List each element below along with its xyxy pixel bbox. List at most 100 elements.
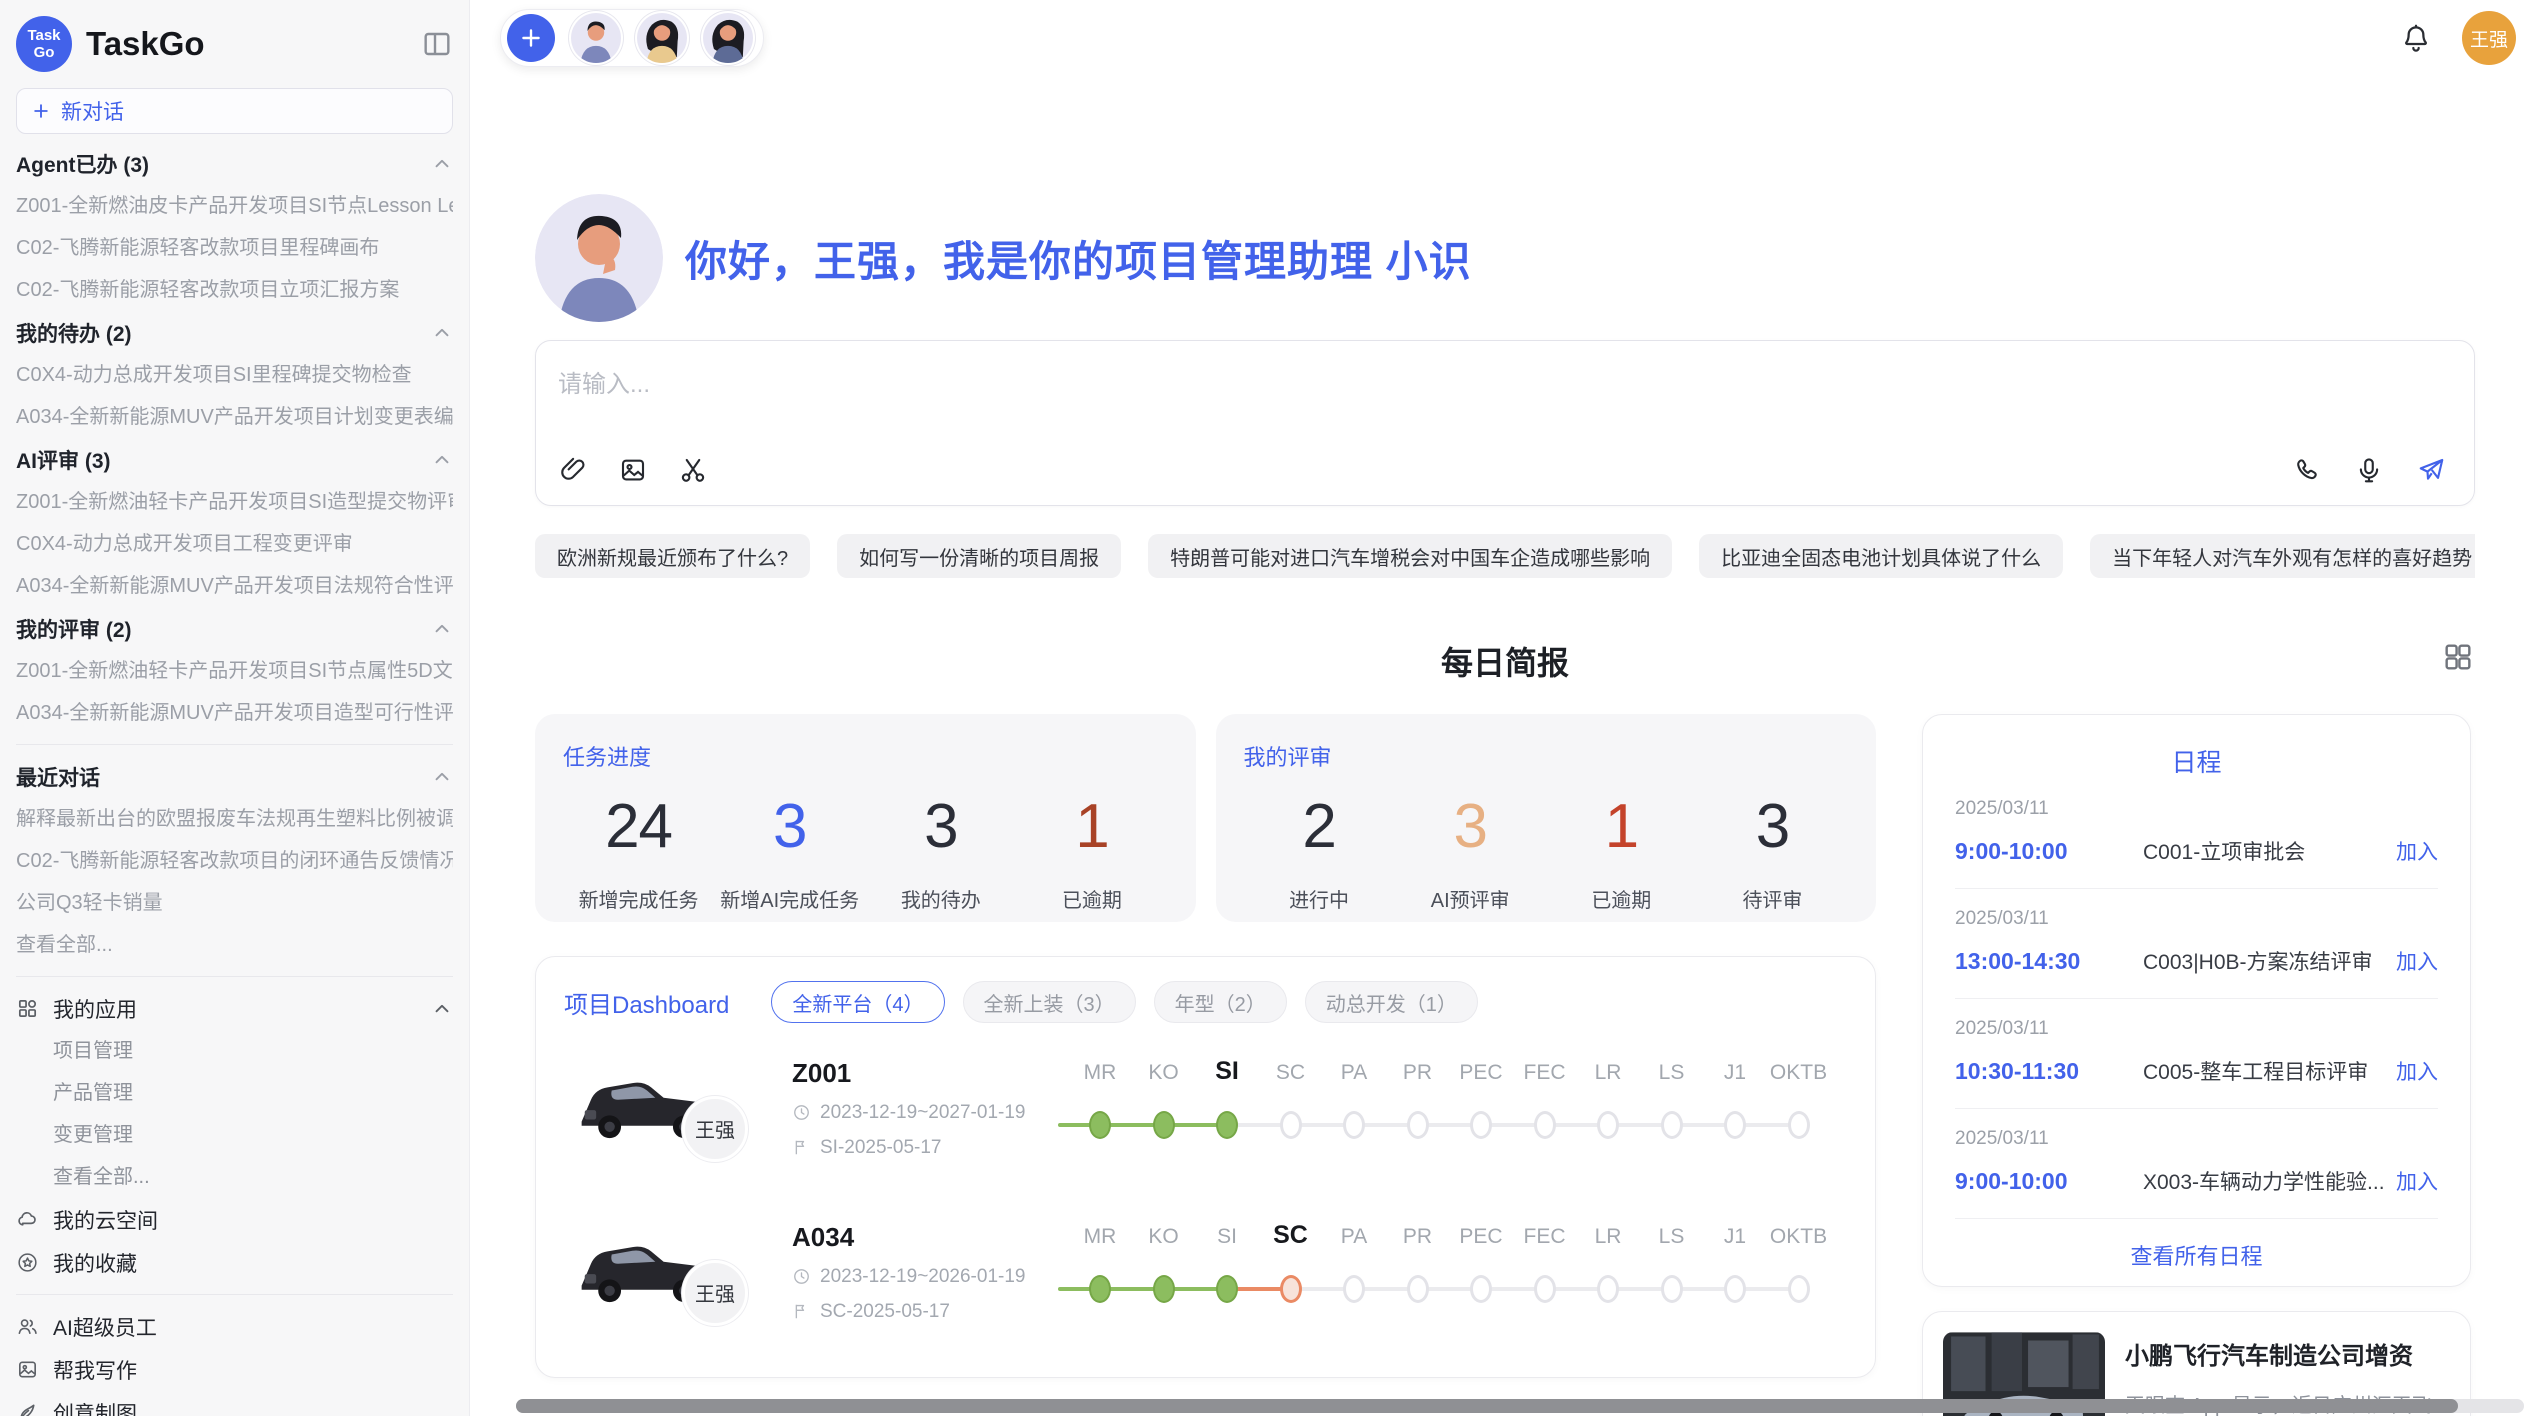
sidebar-task-item[interactable]: Z001-全新燃油轻卡产品开发项目SI造型提交物评审 xyxy=(16,481,453,523)
project-media: 王强 xyxy=(564,1056,792,1161)
schedule-date: 2025/03/11 xyxy=(1955,798,2438,820)
sidebar-section-header[interactable]: AI评审 (3) xyxy=(16,438,453,481)
sidebar-task-item[interactable]: C02-飞腾新能源轻客改款项目里程碑画布 xyxy=(16,227,453,269)
suggestion-chip[interactable]: 欧洲新规最近颁布了什么? xyxy=(535,534,810,578)
main-area: 王强 你好，王强，我是你的项目管理助理 小识 欧洲新规最近颁布了什么?如何写一份… xyxy=(470,0,2532,1416)
app-sub-item[interactable]: 产品管理 xyxy=(16,1072,453,1114)
project-flag: SC-2025-05-17 xyxy=(792,1301,1058,1323)
recent-chat-item[interactable]: 解释最新出台的欧盟报废车法规再生塑料比例被调至15%... xyxy=(16,798,453,840)
milestone-label: J1 xyxy=(1724,1061,1746,1085)
sidebar-tool-item[interactable]: AI超级员工 xyxy=(16,1305,453,1348)
stat-value: 3 xyxy=(714,794,865,860)
dashboard-filter-tab[interactable]: 全新平台（4） xyxy=(771,981,944,1023)
app-sub-item[interactable]: 变更管理 xyxy=(16,1114,453,1156)
suggestion-chip[interactable]: 特朗普可能对进口汽车增税会对中国车企造成哪些影响 xyxy=(1148,534,1672,578)
schedule-title-text: X003-车辆动力学性能验... xyxy=(2143,1166,2396,1196)
schedule-join-link[interactable]: 加入 xyxy=(2396,1166,2438,1196)
recent-chats-header[interactable]: 最近对话 xyxy=(16,755,453,798)
milestone-dot xyxy=(1470,1111,1492,1139)
sidebar-section-header[interactable]: 我的评审 (2) xyxy=(16,607,453,650)
sidebar-task-item[interactable]: A034-全新新能源MUV产品开发项目计划变更表编写 xyxy=(16,396,453,438)
milestone-dot xyxy=(1724,1111,1746,1139)
suggestion-chip[interactable]: 比亚迪全固态电池计划具体说了什么 xyxy=(1699,534,2063,578)
schedule-join-link[interactable]: 加入 xyxy=(2396,836,2438,866)
image-icon[interactable] xyxy=(618,455,648,485)
sidebar-storage-item[interactable]: 我的云空间 xyxy=(16,1198,453,1241)
milestone-dot xyxy=(1343,1111,1365,1139)
logo-text-bottom: Go xyxy=(34,44,55,61)
flag-icon xyxy=(792,1302,811,1321)
schedule-view-all-link[interactable]: 查看所有日程 xyxy=(1955,1239,2438,1271)
dashboard-filter-tabs: 全新平台（4） 全新上装（3） 年型（2） 动总开发（1） xyxy=(771,981,1478,1023)
right-column: 日程 2025/03/119:00-10:00C001-立项审批会加入2025/… xyxy=(1922,714,2471,1416)
user-avatar[interactable]: 王强 xyxy=(2462,11,2516,65)
schedule-join-link[interactable]: 加入 xyxy=(2396,1056,2438,1086)
project-name: A034 xyxy=(792,1222,1058,1253)
project-name: Z001 xyxy=(792,1058,1058,1089)
send-icon[interactable] xyxy=(2416,455,2446,485)
schedule-join-link[interactable]: 加入 xyxy=(2396,946,2438,976)
schedule-card: 日程 2025/03/119:00-10:00C001-立项审批会加入2025/… xyxy=(1922,714,2471,1287)
microphone-icon[interactable] xyxy=(2354,455,2384,485)
milestone-dot xyxy=(1216,1275,1238,1303)
stat-label: 已逾期 xyxy=(1546,884,1697,913)
stat-value: 1 xyxy=(1546,794,1697,860)
my-apps-header[interactable]: 我的应用 xyxy=(16,987,453,1030)
sidebar-section-title: AI评审 (3) xyxy=(16,445,111,475)
project-row[interactable]: 王强A0342023-12-19~2026-01-19SC-2025-05-17… xyxy=(564,1193,1847,1351)
sidebar-tool-item[interactable]: 创意制图 xyxy=(16,1391,453,1416)
milestone-dot xyxy=(1280,1275,1302,1303)
app-sub-item[interactable]: 项目管理 xyxy=(16,1030,453,1072)
milestone-dot xyxy=(1216,1111,1238,1139)
dashboard-filter-tab[interactable]: 年型（2） xyxy=(1154,981,1287,1023)
milestone-dot xyxy=(1407,1275,1429,1303)
bell-icon[interactable] xyxy=(2400,22,2432,54)
new-chat-label: 新对话 xyxy=(61,96,124,126)
agent-avatar-1[interactable] xyxy=(571,13,621,63)
sidebar-storage-item[interactable]: 我的收藏 xyxy=(16,1241,453,1284)
people-icon xyxy=(16,1315,39,1338)
project-row[interactable]: 王强Z0012023-12-19~2027-01-19SI-2025-05-17… xyxy=(564,1029,1847,1187)
recent-chat-item[interactable]: 公司Q3轻卡销量 xyxy=(16,882,453,924)
sidebar-task-item[interactable]: Z001-全新燃油皮卡产品开发项目SI节点Lesson Learn报告 xyxy=(16,185,453,227)
milestone-label: J1 xyxy=(1724,1225,1746,1249)
dashboard-filter-tab[interactable]: 动总开发（1） xyxy=(1305,981,1478,1023)
scissors-icon[interactable] xyxy=(678,455,708,485)
suggestion-chip[interactable]: 如何写一份清晰的项目周报 xyxy=(837,534,1121,578)
briefing-cards: 任务进度24新增完成任务3新增AI完成任务3我的待办1已逾期我的评审2进行中3A… xyxy=(535,714,1876,922)
add-agent-button[interactable] xyxy=(507,14,555,62)
stat-value: 2 xyxy=(1244,794,1395,860)
recent-chats-view-all[interactable]: 查看全部... xyxy=(16,924,453,966)
agent-avatar-3[interactable] xyxy=(703,13,753,63)
milestone-label: SI xyxy=(1217,1225,1237,1249)
sidebar-task-item[interactable]: C0X4-动力总成开发项目工程变更评审 xyxy=(16,523,453,565)
recent-chat-item[interactable]: C02-飞腾新能源轻客改款项目的闭环通告反馈情况 xyxy=(16,840,453,882)
app-sub-item[interactable]: 查看全部... xyxy=(16,1156,453,1198)
dashboard-header: 项目Dashboard 全新平台（4）全新上装（3）年型（2）动总开发（1） xyxy=(564,981,1847,1023)
grid-layout-icon[interactable] xyxy=(2441,640,2475,674)
message-input[interactable] xyxy=(558,371,1721,399)
sidebar-tool-item[interactable]: 帮我写作 xyxy=(16,1348,453,1391)
image-icon xyxy=(16,1358,39,1381)
suggestion-chip[interactable]: 当下年轻人对汽车外观有怎样的喜好趋势 xyxy=(2090,534,2475,578)
horizontal-scrollbar-thumb[interactable] xyxy=(516,1399,2458,1413)
dashboard-filter-tab[interactable]: 全新上装（3） xyxy=(963,981,1136,1023)
sidebar-section-header[interactable]: Agent已办 (3) xyxy=(16,142,453,185)
sidebar-task-item[interactable]: Z001-全新燃油轻卡产品开发项目SI节点属性5D文件评审 xyxy=(16,650,453,692)
milestone-label: KO xyxy=(1148,1061,1178,1085)
sidebar-collapse-icon[interactable] xyxy=(421,28,453,60)
sidebar-task-item[interactable]: A034-全新新能源MUV产品开发项目法规符合性评审 xyxy=(16,565,453,607)
sidebar-section-header[interactable]: 我的待办 (2) xyxy=(16,311,453,354)
phone-icon[interactable] xyxy=(2292,455,2322,485)
agent-avatar-2[interactable] xyxy=(637,13,687,63)
new-chat-button[interactable]: 新对话 xyxy=(16,88,453,134)
sidebar-storage-item-label: 我的收藏 xyxy=(53,1248,137,1278)
topbar: 王强 xyxy=(470,0,2532,70)
sidebar-task-item[interactable]: C02-飞腾新能源轻客改款项目立项汇报方案 xyxy=(16,269,453,311)
sidebar-task-item[interactable]: C0X4-动力总成开发项目SI里程碑提交物检查 xyxy=(16,354,453,396)
paperclip-icon[interactable] xyxy=(558,455,588,485)
sidebar-storage-item-label: 我的云空间 xyxy=(53,1205,158,1235)
stat-label: AI预评审 xyxy=(1395,884,1546,913)
app-logo: Task Go xyxy=(16,16,72,72)
sidebar-task-item[interactable]: A034-全新新能源MUV产品开发项目造型可行性评审 xyxy=(16,692,453,734)
